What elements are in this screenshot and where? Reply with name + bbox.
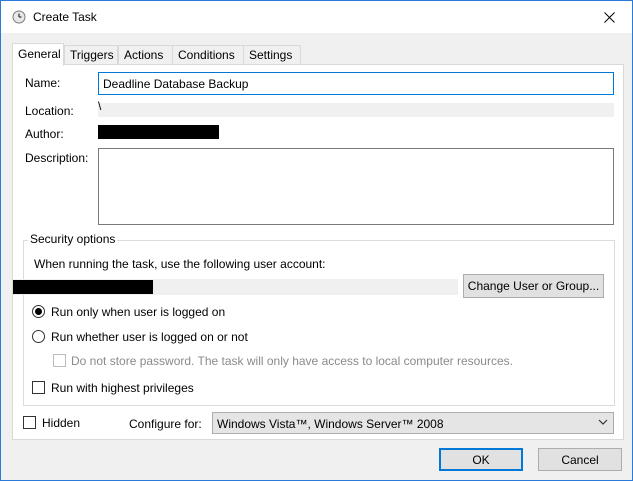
run-whether-radio[interactable]: [32, 330, 45, 343]
cancel-button[interactable]: Cancel: [538, 448, 622, 471]
run-logged-on-label[interactable]: Run only when user is logged on: [51, 305, 225, 319]
chevron-down-icon: [598, 419, 608, 425]
hidden-label[interactable]: Hidden: [42, 416, 80, 430]
general-tab-panel: Name: Location: \ Author: Description: S…: [12, 64, 624, 440]
security-options-legend: Security options: [28, 232, 118, 246]
description-field[interactable]: [98, 148, 614, 225]
no-store-password-label: Do not store password. The task will onl…: [71, 354, 513, 368]
tab-settings[interactable]: Settings: [243, 45, 301, 65]
description-input[interactable]: [99, 149, 613, 224]
name-label: Name:: [25, 76, 61, 90]
name-input[interactable]: [99, 73, 613, 94]
ok-button[interactable]: OK: [439, 448, 523, 471]
run-whether-label[interactable]: Run whether user is logged on or not: [51, 330, 248, 344]
title-bar[interactable]: Create Task: [1, 1, 632, 33]
tab-triggers[interactable]: Triggers: [64, 45, 118, 65]
close-icon: [603, 11, 615, 23]
author-label: Author:: [25, 127, 64, 141]
account-prompt: When running the task, use the following…: [34, 257, 326, 271]
user-account-redacted: [13, 280, 153, 294]
clock-icon: [12, 10, 26, 24]
radio-selected-dot: [35, 308, 42, 315]
tab-actions[interactable]: Actions: [118, 45, 174, 65]
run-logged-on-radio[interactable]: [32, 305, 45, 318]
user-account-box: [13, 279, 458, 295]
close-button[interactable]: [586, 1, 632, 33]
location-label: Location:: [25, 104, 74, 118]
highest-privileges-label[interactable]: Run with highest privileges: [51, 381, 194, 395]
location-value: \: [98, 99, 102, 113]
change-user-button[interactable]: Change User or Group...: [463, 274, 604, 298]
configure-for-value: Windows Vista™, Windows Server™ 2008: [217, 417, 444, 431]
configure-for-select[interactable]: Windows Vista™, Windows Server™ 2008: [212, 412, 614, 434]
name-field[interactable]: [98, 72, 614, 95]
hidden-checkbox[interactable]: [23, 416, 36, 429]
tab-conditions[interactable]: Conditions: [172, 45, 245, 65]
description-label: Description:: [25, 151, 89, 165]
no-store-password-checkbox[interactable]: [53, 354, 66, 367]
author-value-redacted: [98, 125, 219, 139]
tab-general[interactable]: General: [12, 43, 64, 66]
create-task-dialog: Create Task General Triggers Actions Con…: [0, 0, 633, 481]
location-value-box: \: [98, 99, 614, 117]
window-title: Create Task: [33, 10, 97, 24]
highest-privileges-checkbox[interactable]: [32, 381, 45, 394]
configure-for-label: Configure for:: [129, 417, 202, 431]
